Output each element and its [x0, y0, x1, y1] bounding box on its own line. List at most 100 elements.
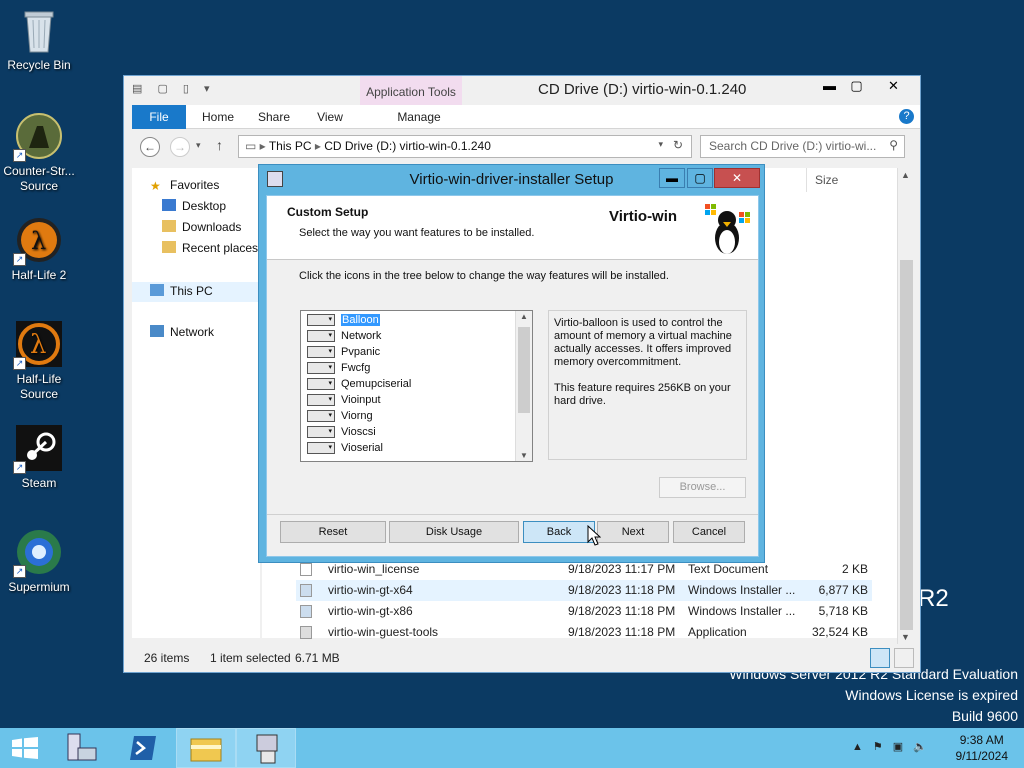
taskbar-server-manager[interactable]: [56, 728, 116, 768]
shortcut-arrow-icon: ↗: [13, 253, 26, 266]
shortcut-arrow-icon: ↗: [13, 357, 26, 370]
tree-item-pvpanic[interactable]: ▾ Pvpanic: [307, 344, 380, 360]
tree-item-fwcfg[interactable]: ▾ Fwcfg: [307, 360, 371, 376]
scroll-up-icon[interactable]: ▲: [520, 312, 528, 321]
feature-state-dropdown-icon[interactable]: ▾: [307, 394, 335, 406]
feature-state-dropdown-icon[interactable]: ▾: [307, 330, 335, 342]
desktop-icon-counter-strike[interactable]: ↗ Counter-Str... Source: [1, 112, 77, 194]
disk-usage-button[interactable]: Disk Usage: [389, 521, 519, 543]
recent-places-icon: [162, 241, 176, 253]
next-button[interactable]: Next: [597, 521, 669, 543]
minimize-button[interactable]: ▬: [816, 76, 843, 96]
setup-dialog: Virtio-win-driver-installer Setup ▬ ▢ ✕ …: [258, 164, 765, 563]
nav-recent-places[interactable]: Recent places: [162, 241, 258, 255]
tree-item-network[interactable]: ▾ Network: [307, 328, 381, 344]
tree-item-label: Fwcfg: [341, 362, 371, 374]
tree-item-vioinput[interactable]: ▾ Vioinput: [307, 392, 381, 408]
back-arrow-icon[interactable]: ←: [140, 137, 160, 157]
taskbar-clock[interactable]: 9:38 AM 9/11/2024: [956, 732, 1009, 764]
nav-desktop[interactable]: Desktop: [162, 199, 226, 213]
volume-muted-icon[interactable]: 🔈: [913, 741, 937, 753]
file-name: virtio-win-gt-x86: [328, 604, 413, 618]
taskbar-powershell[interactable]: [116, 728, 176, 768]
show-hidden-icons-icon[interactable]: ▲: [852, 741, 873, 753]
close-button[interactable]: ✕: [870, 76, 917, 96]
tab-manage[interactable]: Manage: [368, 105, 470, 129]
desktop-icon-label: Counter-Str... Source: [3, 164, 75, 193]
search-input[interactable]: Search CD Drive (D:) virtio-wi... ⚲: [700, 135, 905, 158]
recycle-bin-icon: [15, 6, 63, 54]
start-button[interactable]: [0, 728, 60, 768]
scroll-down-icon[interactable]: ▼: [901, 632, 910, 642]
breadcrumb-cd-drive[interactable]: CD Drive (D:) virtio-win-0.1.240: [324, 139, 491, 153]
dialog-minimize-button[interactable]: ▬: [659, 168, 685, 188]
tab-view[interactable]: View: [304, 105, 356, 129]
file-row-selected[interactable]: virtio-win-gt-x64 9/18/2023 11:18 PM Win…: [296, 580, 872, 601]
scroll-up-icon[interactable]: ▲: [901, 170, 910, 180]
tree-item-vioserial[interactable]: ▾ Vioserial: [307, 440, 383, 456]
recent-locations-chevron-icon[interactable]: ▾: [196, 140, 201, 151]
up-arrow-icon[interactable]: ↑: [216, 137, 223, 153]
tree-scrollbar-thumb[interactable]: [518, 327, 530, 413]
quick-access-toolbar[interactable]: ▤ ▢ ▯ ▾: [132, 82, 216, 95]
feature-tree[interactable]: ▾ Balloon ▾ Network ▾ Pvpanic ▾ Fwcfg ▾ Qemup…: [300, 310, 533, 462]
feature-state-dropdown-icon[interactable]: ▾: [307, 314, 335, 326]
desktop-icon-supermium[interactable]: ↗ Supermium: [1, 528, 77, 595]
maximize-button[interactable]: ▢: [843, 76, 870, 96]
file-row[interactable]: virtio-win-gt-x86 9/18/2023 11:18 PM Win…: [296, 601, 872, 622]
feature-state-dropdown-icon[interactable]: ▾: [307, 426, 335, 438]
refresh-icon[interactable]: ↻: [673, 138, 683, 152]
nav-favorites[interactable]: ★ Favorites: [150, 178, 219, 193]
browse-button[interactable]: Browse...: [659, 477, 746, 498]
network-status-icon[interactable]: ▣: [893, 741, 913, 753]
feature-state-dropdown-icon[interactable]: ▾: [307, 346, 335, 358]
explorer-title: CD Drive (D:) virtio-win-0.1.240: [538, 81, 747, 98]
tree-item-qemupciserial[interactable]: ▾ Qemupciserial: [307, 376, 411, 392]
application-tools-tab-group: Application Tools: [360, 76, 462, 106]
tab-share[interactable]: Share: [248, 105, 300, 129]
back-button[interactable]: Back: [523, 521, 595, 543]
nav-this-pc[interactable]: This PC: [132, 282, 260, 302]
feature-space-requirement: This feature requires 256KB on your hard…: [554, 382, 731, 407]
feature-state-dropdown-icon[interactable]: ▾: [307, 378, 335, 390]
desktop-icon-recycle-bin[interactable]: Recycle Bin: [1, 6, 77, 73]
tab-file[interactable]: File: [132, 105, 186, 129]
taskbar-file-explorer[interactable]: [176, 728, 236, 768]
tree-item-balloon[interactable]: ▾ Balloon: [307, 312, 380, 328]
scrollbar-thumb[interactable]: [900, 260, 913, 630]
scroll-down-icon[interactable]: ▼: [520, 451, 528, 460]
help-icon[interactable]: ?: [899, 109, 914, 124]
column-header-size[interactable]: Size: [806, 168, 886, 192]
search-icon[interactable]: ⚲: [889, 138, 898, 152]
feature-state-dropdown-icon[interactable]: ▾: [307, 442, 335, 454]
feature-state-dropdown-icon[interactable]: ▾: [307, 362, 335, 374]
nav-network[interactable]: Network: [150, 325, 214, 339]
tab-home[interactable]: Home: [192, 105, 244, 129]
tree-item-viorng[interactable]: ▾ Viorng: [307, 408, 373, 424]
cancel-button[interactable]: Cancel: [673, 521, 745, 543]
address-bar[interactable]: ▭ ▸ This PC ▸ CD Drive (D:) virtio-win-0…: [238, 135, 692, 158]
breadcrumb-this-pc[interactable]: This PC: [269, 139, 312, 153]
nav-downloads[interactable]: Downloads: [162, 220, 241, 234]
dialog-close-button[interactable]: ✕: [714, 168, 760, 188]
dialog-maximize-button[interactable]: ▢: [687, 168, 713, 188]
desktop-icon-half-life-source[interactable]: λ ↗ Half-Life Source: [1, 320, 77, 402]
large-icons-view-icon[interactable]: [894, 648, 914, 668]
explorer-titlebar[interactable]: ▤ ▢ ▯ ▾ Application Tools CD Drive (D:) …: [124, 76, 920, 106]
reset-button[interactable]: Reset: [280, 521, 386, 543]
tree-scrollbar[interactable]: ▲ ▼: [515, 311, 532, 461]
action-center-flag-icon[interactable]: ⚑: [873, 741, 893, 753]
vertical-scrollbar[interactable]: ▲ ▼: [897, 168, 914, 644]
tree-instruction: Click the icons in the tree below to cha…: [299, 270, 669, 282]
feature-state-dropdown-icon[interactable]: ▾: [307, 410, 335, 422]
taskbar-installer[interactable]: [236, 728, 296, 768]
drive-icon: ▭ ▸: [245, 139, 269, 153]
desktop-icon-half-life-2[interactable]: λ ↗ Half-Life 2: [1, 216, 77, 283]
system-tray: ▲⚑▣🔈: [852, 740, 937, 753]
details-view-icon[interactable]: [870, 648, 890, 668]
desktop-icon-steam[interactable]: ↗ Steam: [1, 424, 77, 491]
address-dropdown-icon[interactable]: ▾: [658, 139, 663, 150]
tree-item-vioscsi[interactable]: ▾ Vioscsi: [307, 424, 376, 440]
forward-arrow-icon[interactable]: →: [170, 137, 190, 157]
file-row[interactable]: virtio-win-guest-tools 9/18/2023 11:18 P…: [296, 622, 872, 643]
